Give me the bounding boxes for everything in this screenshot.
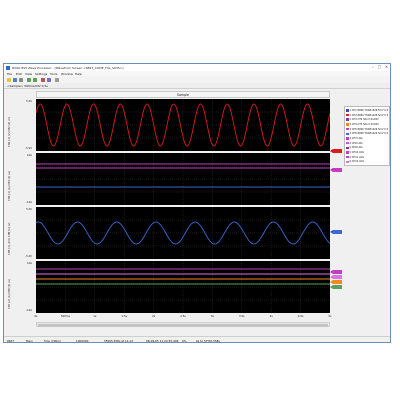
panel-ch5-ch6[interactable] [35, 207, 331, 259]
minimize-button[interactable]: – [372, 65, 374, 69]
legend-swatch [346, 137, 349, 140]
time-axis: 0s 500ms 1s 1.5s 2s 2.5s 3s 3.5s 4s 4.5s 5s [34, 314, 332, 320]
legend-swatch [346, 127, 349, 131]
x-tick-label: 500ms [60, 315, 70, 318]
x-tick-label: 4s [269, 315, 273, 318]
channel-legend: 1 CH1 8966 TODZ1426 5mV 0.5V 1 CH2 8966 T… [344, 106, 390, 167]
legend-label: 2 CH4 CT6 50A 0.5A/DIV [349, 122, 379, 126]
settings-icon[interactable] [55, 77, 59, 82]
legend-label: 4 CH8 LOG [349, 141, 363, 145]
save-icon[interactable] [13, 77, 17, 82]
legend-swatch [346, 141, 349, 145]
x-tick-label: 5s [328, 315, 332, 318]
panel-ch1-ch2[interactable] [35, 99, 331, 151]
legend-swatch [346, 118, 349, 121]
cursor-icon[interactable] [41, 77, 45, 82]
app-window: HIOKI 8S5 Wave Processor - [Waveform Scr… [3, 63, 391, 343]
legend-label: 6 CH11 LOG [349, 155, 365, 159]
legend-swatch [346, 123, 349, 126]
measure-icon[interactable] [47, 77, 51, 82]
legend-swatch [346, 155, 349, 159]
legend-swatch [346, 146, 349, 150]
waveform-plot-1 [35, 99, 331, 151]
maximize-button[interactable]: □ [378, 65, 381, 69]
legend-swatch [346, 132, 349, 136]
channel-marker-8[interactable] [330, 275, 342, 279]
panel-ch3-ch4[interactable] [36, 153, 330, 205]
close-button[interactable]: ✕ [385, 65, 388, 69]
scrollbar-thumb[interactable] [38, 323, 328, 327]
legend-label: 3 CH6 8966 TODZ1426 5mV 0.5V [349, 132, 389, 136]
x-tick-label: 4.5s [297, 315, 304, 318]
x-tick-label: 2.5s [180, 315, 186, 318]
x-tick-label: 1.5s [121, 315, 127, 318]
waveform-plot-4 [36, 261, 330, 313]
status-count: 1000000 [76, 338, 89, 343]
legend-swatch [346, 151, 349, 154]
x-tick-label: 3s [210, 315, 214, 318]
panel-1-ylabel: CH1 [1] (V) CH2 [2] (V) 5.0V -5.0V [8, 100, 32, 150]
status-rate: 5ms (200/s) [44, 338, 61, 343]
status-bar: 8847 Main 5ms (200/s) 1000000 5F665.558s… [4, 336, 390, 343]
sub-toolbar: <Sample> 500ms/DIV 0.5s [4, 83, 390, 89]
legend-swatch [346, 109, 349, 112]
panel-2-ylabel: CH3 [1] (A) CH4 [1] (A) 10A -10A [8, 154, 32, 204]
panel-4-ylabel: CH7 [2] (A) CH8 [2] (A) 10A -10A [8, 262, 32, 312]
x-tick-label: 1s [93, 315, 97, 318]
zoom-in-icon[interactable] [27, 77, 31, 82]
channel-marker-1[interactable]: 1 [330, 149, 342, 153]
panel-3-ylabel: CH5 [1] (mV) CH6 [1] (V) 5.0V -5.0V [8, 208, 32, 258]
panel-ch7-ch8[interactable] [36, 261, 330, 313]
x-tick-label: 0s [34, 315, 38, 318]
legend-label: 6 CH12 LOG [349, 160, 365, 164]
legend-label: 2 CH3 CT6 50A 0.5A/DIV [349, 118, 379, 122]
open-icon[interactable] [7, 77, 11, 82]
legend-label: 1 CH2 8966 TODZ1426 5mV 0.5V [349, 113, 389, 117]
channel-marker-7[interactable]: 7 [330, 270, 342, 274]
status-datetime: 08-09-05 11:24:55.409 [146, 338, 179, 343]
status-range: 0s to 5/H70.558s [196, 338, 220, 343]
window-controls: – □ ✕ [372, 65, 388, 69]
channel-marker-10[interactable] [330, 285, 342, 289]
channel-marker-9[interactable] [330, 280, 342, 284]
status-length: 5F665.558s at 11:13 [104, 338, 134, 343]
sample-header: Sample [36, 91, 330, 98]
x-tick-label: 2s [152, 315, 156, 318]
zoom-out-icon[interactable] [33, 77, 37, 82]
legend-swatch [346, 160, 349, 164]
legend-item[interactable]: 6 CH12 LOG [346, 160, 388, 165]
status-model: 8847 [7, 338, 15, 343]
window-title: HIOKI 8S5 Wave Processor - [Waveform Scr… [12, 65, 124, 70]
legend-label: 5 CH10 LOG [349, 151, 365, 155]
print-icon[interactable] [19, 77, 23, 82]
legend-swatch [346, 113, 349, 117]
horizontal-scrollbar[interactable] [36, 322, 330, 327]
waveform-plot-2 [36, 153, 330, 205]
channel-marker-3[interactable]: 3 [330, 168, 342, 172]
waveform-plot-3 [35, 207, 331, 259]
x-tick-label: 3.5s [239, 315, 245, 318]
app-icon [6, 65, 10, 70]
legend-label: 4 CH7 LOG [349, 136, 363, 140]
status-percent: 0% [182, 338, 187, 343]
timebase-label: <Sample> 500ms/DIV 0.5s [7, 83, 48, 88]
legend-label: 3 CH5 8966 TODZ1426 5mV 0.5V [349, 127, 389, 131]
legend-label: 1 CH1 8966 TODZ1426 5mV 0.5V [349, 108, 389, 112]
legend-label: 5 CH9 LOG [349, 146, 363, 150]
status-unit: Main [26, 338, 33, 343]
channel-marker-5[interactable]: 5 [330, 230, 342, 234]
